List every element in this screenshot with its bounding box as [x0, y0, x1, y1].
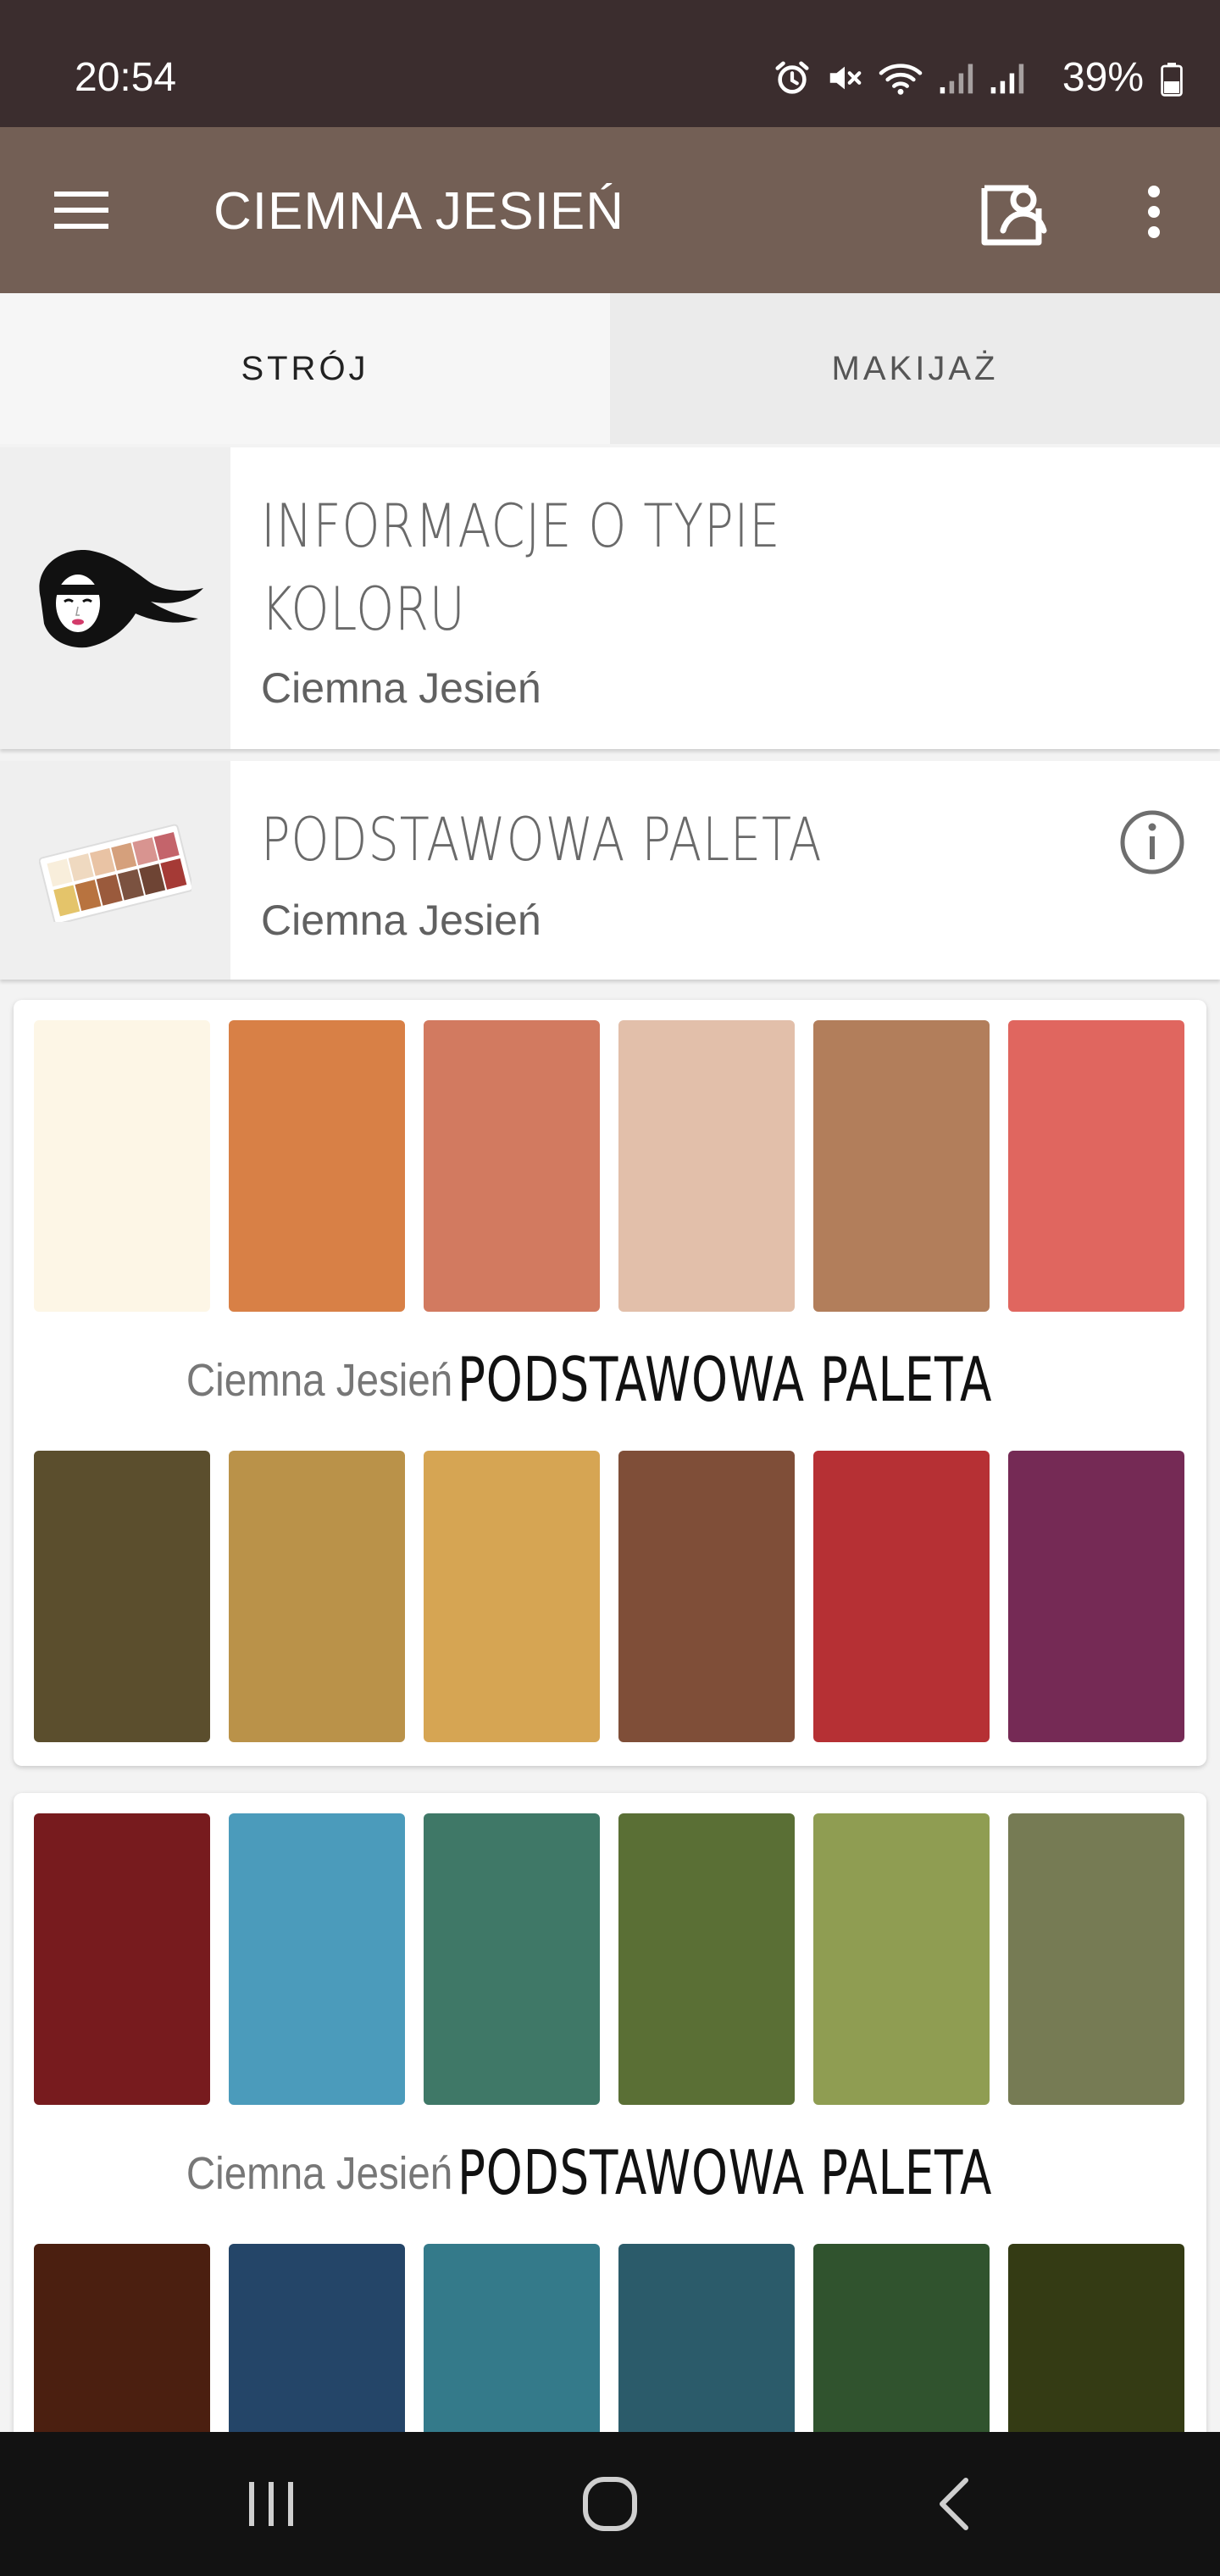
color-palette-icon: [39, 824, 191, 922]
profile-icon[interactable]: [974, 171, 1056, 253]
tab-bar: STRÓJ MAKIJAŻ: [0, 293, 1220, 444]
color-swatch[interactable]: [813, 1020, 990, 1312]
alarm-icon: [775, 61, 809, 94]
palette-title: PODSTAWOWA PALETA: [458, 1344, 993, 1415]
color-swatch[interactable]: [34, 1451, 210, 1742]
color-swatch[interactable]: [424, 1020, 600, 1312]
battery-percent: 39%: [1062, 55, 1144, 100]
color-swatch[interactable]: [813, 1451, 990, 1742]
basic-palette-row[interactable]: PODSTAWOWA PALETA Ciemna Jesień: [0, 761, 1220, 980]
color-swatch[interactable]: [34, 1813, 210, 2105]
tab-makeup[interactable]: MAKIJAŻ: [610, 293, 1220, 444]
back-icon: [940, 2478, 968, 2530]
color-type-info-row[interactable]: INFORMACJE O TYPIE KOLORU Ciemna Jesień: [0, 447, 1220, 749]
color-swatch[interactable]: [618, 1451, 795, 1742]
color-swatch[interactable]: [229, 1451, 405, 1742]
more-vert-icon[interactable]: [1128, 180, 1179, 244]
mute-icon: [829, 66, 862, 90]
signal-icon: [990, 64, 1024, 94]
app-screen: 20:54 39% CIEMNA JESIEŃ STRÓJ MAKIJAŻ IN…: [0, 0, 1220, 2576]
color-swatch[interactable]: [618, 1020, 795, 1312]
status-bar: 20:54 39%: [0, 0, 1220, 127]
status-icons: [773, 53, 1025, 103]
color-swatch[interactable]: [34, 1020, 210, 1312]
color-swatch[interactable]: [229, 1813, 405, 2105]
swatch-row-top: [34, 1813, 1184, 2105]
palette-subtitle: Ciemna Jesień: [186, 2148, 452, 2199]
status-time: 20:54: [75, 55, 177, 100]
signal-icon: [940, 64, 973, 94]
home-button[interactable]: [525, 2432, 695, 2576]
tab-outfit[interactable]: STRÓJ: [0, 293, 610, 444]
info-title-line2: KOLORU: [261, 575, 466, 644]
swatch-row-bottom: [34, 1451, 1184, 1742]
recent-apps-button[interactable]: [186, 2432, 356, 2576]
color-swatch[interactable]: [229, 1020, 405, 1312]
palette-label: Ciemna Jesień PODSTAWOWA PALETA: [14, 2132, 1206, 2208]
info-thumbnail: [0, 761, 230, 980]
palette-label: Ciemna Jesień PODSTAWOWA PALETA: [14, 1339, 1206, 1415]
palette-title: PODSTAWOWA PALETA: [458, 2137, 993, 2208]
menu-icon[interactable]: [47, 180, 115, 241]
color-swatch[interactable]: [1008, 1451, 1184, 1742]
page-title: CIEMNA JESIEŃ: [214, 182, 624, 241]
palette-subtitle: Ciemna Jesień: [186, 1355, 452, 1406]
info-thumbnail: [0, 447, 230, 749]
color-swatch[interactable]: [1008, 1020, 1184, 1312]
home-icon: [583, 2477, 637, 2531]
info-title-line1: INFORMACJE O TYPIE: [261, 491, 781, 561]
recent-apps-icon: [249, 2482, 293, 2526]
info-icon[interactable]: [1118, 808, 1186, 876]
woman-face-icon: [39, 550, 204, 648]
system-nav-bar: [0, 2432, 1220, 2576]
info-title: PODSTAWOWA PALETA: [261, 805, 823, 874]
palette-card: Ciemna Jesień PODSTAWOWA PALETA: [14, 1000, 1206, 1766]
app-bar: CIEMNA JESIEŃ: [0, 127, 1220, 293]
swatch-row-top: [34, 1020, 1184, 1312]
battery-icon: [1161, 63, 1183, 97]
color-swatch[interactable]: [618, 1813, 795, 2105]
color-swatch[interactable]: [424, 1813, 600, 2105]
info-subtitle: Ciemna Jesień: [261, 897, 541, 944]
color-swatch[interactable]: [424, 1451, 600, 1742]
info-subtitle: Ciemna Jesień: [261, 664, 541, 712]
back-button[interactable]: [869, 2432, 1039, 2576]
wifi-icon: [879, 64, 923, 95]
color-swatch[interactable]: [813, 1813, 990, 2105]
color-swatch[interactable]: [1008, 1813, 1184, 2105]
